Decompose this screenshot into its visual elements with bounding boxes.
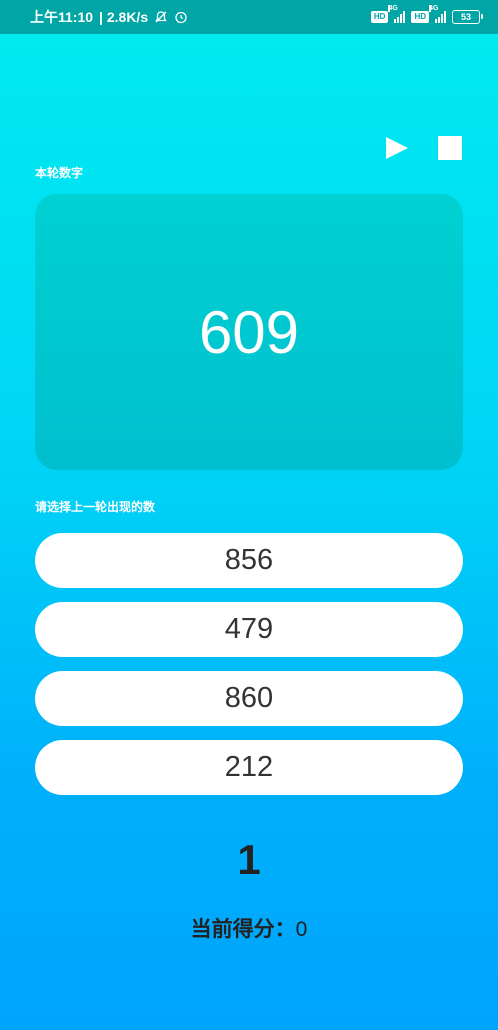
- signal-icon: 4G: [388, 5, 406, 23]
- option-button[interactable]: 860: [35, 671, 463, 726]
- play-icon[interactable]: [384, 135, 410, 161]
- signal-icon: 4G: [429, 5, 446, 23]
- score-label: 当前得分：: [190, 918, 296, 941]
- status-bar: 上午11:10 | 2.8K/s HD 4G HD 4G 53: [0, 0, 498, 34]
- notifications-off-icon: [155, 11, 167, 23]
- hd-badge: HD: [411, 11, 429, 23]
- option-button[interactable]: 479: [35, 602, 463, 657]
- current-number: 609: [198, 298, 300, 366]
- option-button[interactable]: 212: [35, 740, 463, 795]
- round-counter: 1: [237, 836, 261, 883]
- battery-icon: 53: [452, 10, 483, 24]
- game-controls: [384, 135, 462, 161]
- choice-prompt: 请选择上一轮出现的数: [35, 500, 156, 514]
- stop-icon[interactable]: [438, 136, 462, 160]
- status-time: 上午11:10: [30, 9, 94, 25]
- hd-badge: HD: [370, 11, 389, 23]
- option-button[interactable]: 856: [35, 533, 463, 588]
- status-speed: | 2.8K/s: [99, 9, 149, 25]
- score-value: 0: [295, 918, 308, 941]
- current-number-label: 本轮数字: [35, 166, 84, 180]
- current-number-card: 609: [35, 194, 463, 470]
- alarm-icon: [175, 11, 187, 24]
- score-display: 当前得分：0: [0, 913, 498, 943]
